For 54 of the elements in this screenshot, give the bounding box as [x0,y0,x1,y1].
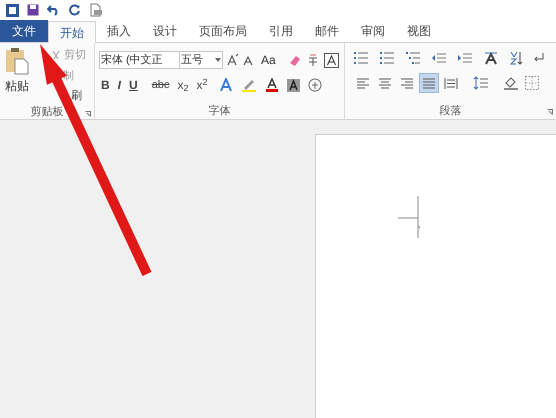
character-shading-icon[interactable] [287,78,300,92]
format-button[interactable]: x$^{2}$ [196,77,208,93]
align-left-icon [355,76,371,90]
font-color-icon[interactable] [265,78,280,92]
group-label: 剪贴板 [30,104,64,120]
increase-indent-icon[interactable] [457,52,473,64]
paste-label[interactable]: 粘贴 [5,77,29,95]
align-button[interactable] [419,73,439,93]
ribbon-tab[interactable]: 审阅 [350,20,396,42]
ribbon-tab[interactable]: 文件 [0,20,48,42]
format-button[interactable]: x$_{2}$ [177,77,188,93]
crop-mark-drawing [398,196,420,238]
asian-layout-icon[interactable] [483,51,499,65]
save-icon[interactable] [27,4,39,16]
change-case-button[interactable]: Aa [259,51,278,69]
text-effects-icon[interactable] [219,78,234,92]
align-center-icon [377,76,393,90]
format-button[interactable]: U [129,77,138,93]
clipboard-icon[interactable] [5,47,29,75]
ribbon-tab[interactable]: 开始 [48,21,96,43]
highlighter-icon[interactable] [241,78,258,92]
bullet-list-icon[interactable] [353,51,369,65]
shrink-font-icon[interactable] [243,54,255,66]
grow-font-icon[interactable] [227,54,239,66]
format-button[interactable]: B [101,77,110,93]
line-spacing-icon[interactable] [473,76,489,90]
format-painter-label[interactable]: 刷 [71,88,82,104]
document-icon[interactable] [89,3,103,17]
group-label: 字体 [208,104,230,119]
align-distributed-icon [443,76,459,90]
format-button[interactable]: abc [152,77,170,93]
align-justify-icon [421,76,437,90]
sort-icon[interactable] [509,51,523,65]
multilevel-list-icon[interactable] [405,51,421,65]
ribbon-tab[interactable]: 页面布局 [188,20,258,42]
align-right-icon [399,76,415,90]
decrease-indent-icon[interactable] [431,52,447,64]
ribbon-tab[interactable]: 邮件 [304,20,350,42]
enclose-character-icon[interactable] [308,78,322,92]
ribbon-tab[interactable]: 引用 [258,20,304,42]
redo-icon[interactable] [69,4,81,16]
shading-icon[interactable] [503,76,519,90]
ribbon-tab[interactable]: 设计 [142,20,188,42]
group-label: 段落 [440,104,462,119]
paragraph-mark-icon[interactable] [533,52,545,64]
dialog-launcher-icon[interactable] [547,109,553,115]
ribbon-tab[interactable]: 插入 [96,20,142,42]
scissors-icon[interactable] [51,50,61,61]
borders-icon[interactable] [525,76,539,90]
format-button[interactable]: I [118,77,122,93]
dialog-launcher-icon[interactable] [85,110,91,116]
ribbon-tab[interactable]: 视图 [396,20,442,42]
numbered-list-icon[interactable] [379,51,395,65]
character-border-icon[interactable] [324,52,339,68]
